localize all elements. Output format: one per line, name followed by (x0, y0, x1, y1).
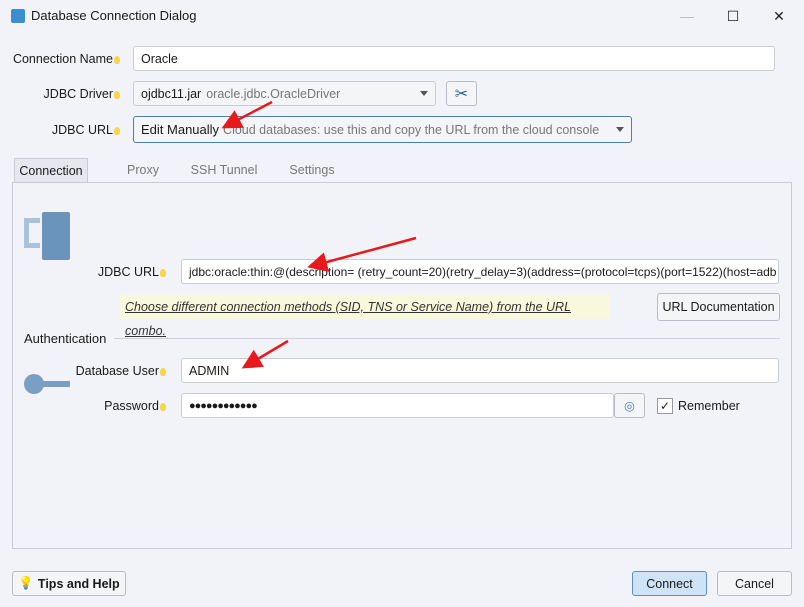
tab-connection[interactable]: Connection (14, 158, 88, 182)
tips-and-help-button[interactable]: 💡 Tips and Help (12, 571, 126, 596)
chevron-down-icon (616, 127, 624, 132)
lightbulb-icon: 💡 (18, 576, 34, 590)
cancel-button[interactable]: Cancel (717, 571, 792, 596)
tab-settings[interactable]: Settings (277, 158, 347, 182)
jdbc-url-combo-label: JDBC URL (0, 123, 120, 137)
show-password-button[interactable]: ◎ (614, 393, 645, 418)
hint-bulb-icon (114, 91, 120, 99)
tab-ssh-tunnel[interactable]: SSH Tunnel (183, 158, 265, 182)
jdbc-driver-combo[interactable]: ojdbc11.jar oracle.jdbc.OracleDriver (133, 81, 436, 106)
database-user-input[interactable]: ADMIN (181, 358, 779, 383)
database-user-label: Database User (60, 364, 166, 378)
password-label: Password (60, 399, 166, 413)
hint-bulb-icon (160, 368, 166, 376)
tab-proxy[interactable]: Proxy (113, 158, 173, 182)
jdbc-url-mode-combo[interactable]: Edit Manually Cloud databases: use this a… (133, 116, 632, 143)
window-title: Database Connection Dialog (31, 8, 197, 23)
hint-bulb-icon (114, 56, 120, 64)
chevron-down-icon (420, 91, 428, 96)
server-icon (24, 212, 72, 260)
url-combo-hint-link[interactable]: Choose different connection methods (SID… (120, 295, 610, 338)
eye-icon: ◎ (624, 399, 635, 413)
tools-icon: ✂ (454, 85, 469, 103)
minimize-button[interactable]: — (672, 4, 702, 28)
connection-name-label: Connection Name (0, 52, 120, 66)
jdbc-url-input[interactable]: jdbc:oracle:thin:@(description= (retry_c… (181, 259, 779, 284)
maximize-button[interactable]: ☐ (718, 4, 748, 28)
jdbc-driver-label: JDBC Driver (0, 87, 120, 101)
url-documentation-button[interactable]: URL Documentation (657, 293, 780, 321)
title-bar: Database Connection Dialog — ☐ ✕ (0, 0, 804, 32)
connect-button[interactable]: Connect (632, 571, 707, 596)
divider (114, 338, 780, 339)
remember-label: Remember (678, 399, 740, 413)
close-button[interactable]: ✕ (764, 4, 794, 28)
authentication-heading: Authentication (24, 331, 107, 346)
app-icon (11, 9, 25, 23)
jdbc-url-label: JDBC URL (60, 265, 166, 279)
password-input[interactable]: ●●●●●●●●●●●● (181, 393, 614, 418)
hint-bulb-icon (114, 127, 120, 135)
connection-name-input[interactable]: Oracle (133, 46, 775, 71)
hint-bulb-icon (160, 403, 166, 411)
driver-settings-button[interactable]: ✂ (446, 81, 477, 106)
hint-bulb-icon (160, 269, 166, 277)
remember-checkbox[interactable]: ✓ (657, 398, 673, 414)
